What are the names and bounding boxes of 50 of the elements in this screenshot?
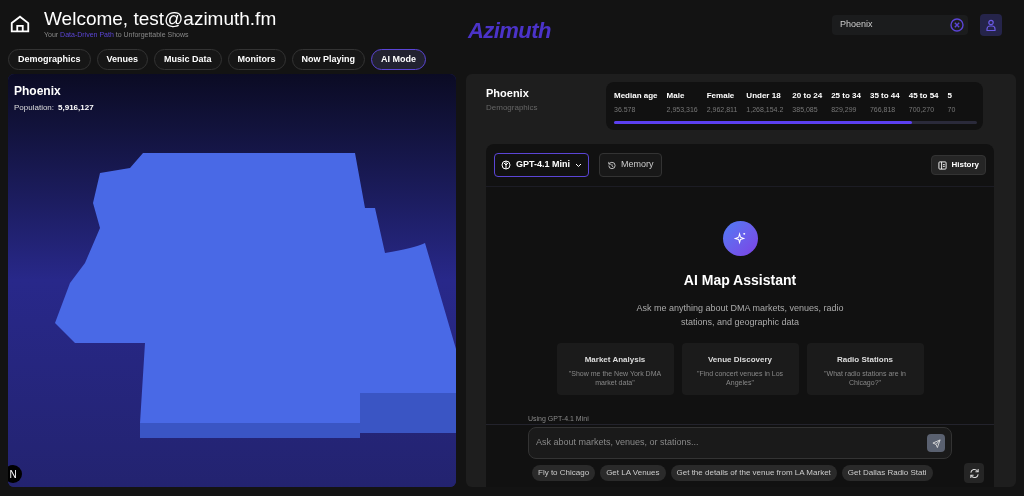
stat-label: 20 to 24 xyxy=(792,90,823,102)
card-title: Market Analysis xyxy=(584,354,646,366)
sparkle-icon xyxy=(722,221,758,256)
history-button[interactable]: History xyxy=(931,155,986,175)
user-button[interactable] xyxy=(980,14,1002,36)
stat-label: 45 to 54 xyxy=(908,90,939,102)
dev-badge[interactable]: N xyxy=(8,465,22,483)
search-box[interactable]: Phoenix xyxy=(832,15,968,35)
stat-label: Female xyxy=(706,90,736,102)
panel-title: Phoenix xyxy=(486,86,530,101)
stat-label: 5 xyxy=(947,90,953,102)
suggestion-chip[interactable]: Fly to Chicago xyxy=(532,465,596,481)
tab[interactable]: AI Mode xyxy=(371,49,427,70)
tab[interactable]: Now Playing xyxy=(291,49,366,70)
panel-icon xyxy=(938,160,948,170)
tab[interactable]: Demographics xyxy=(8,49,91,70)
chat-input[interactable]: Ask about markets, venues, or stations... xyxy=(536,436,927,450)
tab[interactable]: Venues xyxy=(96,49,149,70)
tab[interactable]: Monitors xyxy=(227,49,286,70)
region-title: Phoenix xyxy=(14,83,62,100)
tab[interactable]: Music Data xyxy=(154,49,222,70)
globe-icon xyxy=(501,160,511,170)
stat-label: 25 to 34 xyxy=(831,90,861,102)
azimuth-logo: Azimuth xyxy=(468,17,551,45)
suggestion-chip[interactable]: Get Dallas Radio Stati xyxy=(841,465,933,481)
user-icon xyxy=(985,19,997,31)
population-label: Population: xyxy=(14,102,55,114)
history-icon xyxy=(607,160,616,170)
card-title: Radio Stations xyxy=(837,354,893,366)
input-box[interactable]: Ask about markets, venues, or stations... xyxy=(528,427,952,459)
caret-icon xyxy=(575,162,582,168)
send-icon xyxy=(931,438,941,448)
search-input[interactable]: Phoenix xyxy=(840,18,950,32)
map-view[interactable]: Phoenix Population: 5,916,127 N xyxy=(8,74,456,487)
stat-label: Male xyxy=(666,90,686,102)
assistant-title: AI Map Assistant xyxy=(683,271,797,290)
suggestion-chip[interactable]: Get the details of the venue from LA Market xyxy=(670,465,837,481)
assistant-description: Ask me anything about DMA markets, venues, radio stations, and geographic data xyxy=(635,302,845,329)
refresh-icon[interactable] xyxy=(964,463,984,483)
welcome-title: Welcome, test@azimuth.fm xyxy=(44,8,277,30)
stat-label: Under 18 xyxy=(746,90,782,102)
card-title: Venue Discovery xyxy=(707,354,772,366)
stat-label: 35 to 44 xyxy=(869,90,900,102)
stat-label: Median age xyxy=(614,90,658,102)
clear-icon[interactable] xyxy=(950,18,964,32)
send-button[interactable] xyxy=(927,434,945,452)
memory-button[interactable]: Memory xyxy=(599,153,662,177)
suggestion-chip[interactable]: Get LA Venues xyxy=(600,465,666,481)
model-select[interactable]: GPT-4.1 Mini xyxy=(494,153,589,177)
population-value: 5,916,127 xyxy=(58,102,94,114)
